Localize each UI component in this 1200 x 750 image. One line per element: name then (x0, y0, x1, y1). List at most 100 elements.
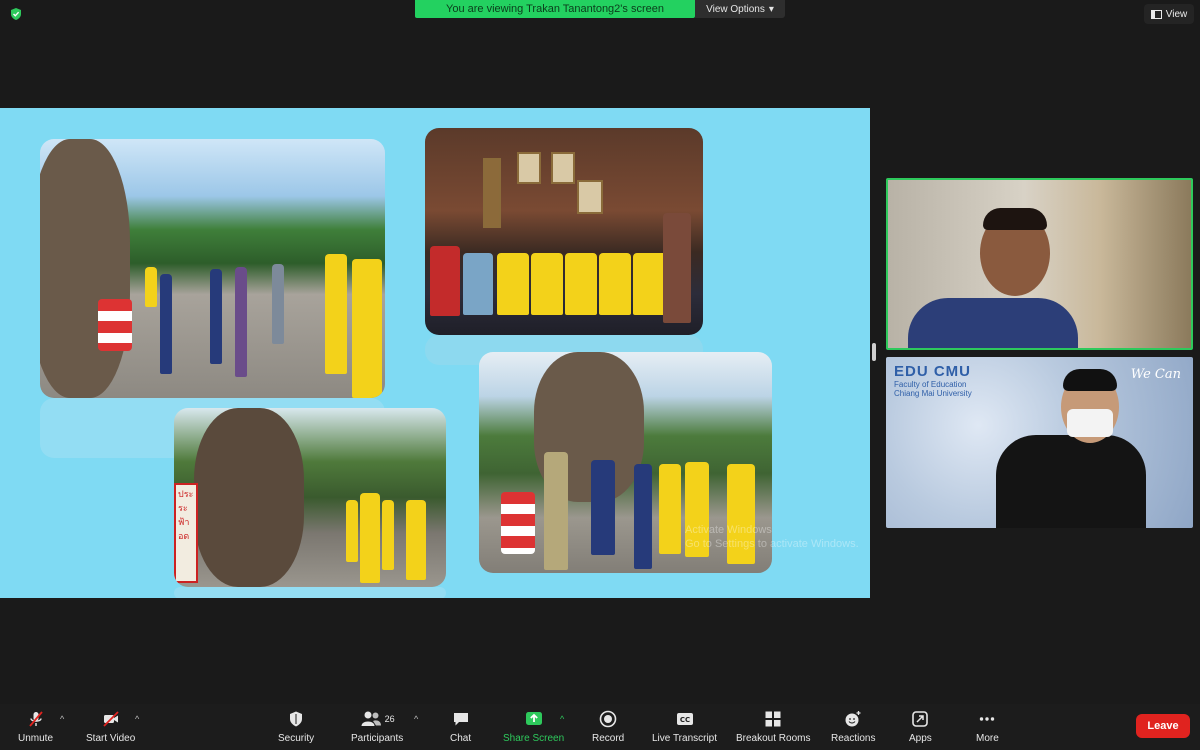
participants-label: Participants (351, 733, 404, 744)
microphone-muted-icon (28, 711, 43, 727)
unmute-button[interactable]: Unmute (18, 710, 53, 744)
participants-button[interactable]: 26 Participants (351, 710, 403, 744)
student-figure (352, 259, 382, 398)
person-figure (235, 267, 247, 377)
student-figure (497, 253, 529, 315)
share-screen-arrow-icon (525, 712, 542, 725)
traffic-drum (501, 492, 535, 554)
view-options-button[interactable]: View Options ▾ (695, 0, 785, 18)
person-figure (430, 246, 460, 316)
tree-trunk (40, 139, 130, 398)
portrait-frame (517, 152, 541, 184)
person-figure (663, 213, 691, 323)
portrait-frame (551, 152, 575, 184)
leave-label: Leave (1147, 720, 1179, 732)
student-figure (325, 254, 347, 374)
live-transcript-label: Live Transcript (652, 733, 718, 744)
split-resize-handle[interactable] (872, 343, 876, 361)
participants-count: 26 (384, 714, 395, 724)
watermark-line2: Go to Settings to activate Windows. (685, 538, 859, 550)
student-figure (346, 500, 358, 562)
chat-bubble-icon (453, 713, 468, 726)
ellipsis-icon (980, 717, 995, 721)
live-transcript-button[interactable]: CC Live Transcript (652, 710, 717, 744)
security-shield-icon (11, 8, 21, 20)
student-figure (145, 267, 157, 307)
breakout-rooms-label: Breakout Rooms (736, 733, 811, 744)
chat-button[interactable]: Chat (450, 710, 471, 744)
traffic-drum (98, 299, 132, 351)
share-screen-button[interactable]: Share Screen (503, 710, 564, 744)
viewing-banner-text: You are viewing Trakan Tanantong2's scre… (446, 3, 664, 15)
view-options-label: View Options (706, 3, 765, 15)
student-figure (633, 253, 667, 315)
apps-label: Apps (909, 733, 932, 744)
shield-icon (290, 711, 303, 727)
photo-reflection (174, 587, 446, 598)
activate-windows-watermark: Activate Windows Go to Settings to activ… (685, 523, 859, 551)
apps-icon (912, 711, 929, 727)
person-figure (544, 452, 568, 570)
face-mask (1067, 409, 1113, 437)
start-video-button[interactable]: Start Video (86, 710, 135, 744)
edu-cmu-subtitle-1: Faculty of Education (894, 380, 967, 389)
breakout-rooms-button[interactable]: Breakout Rooms (736, 710, 810, 744)
more-label: More (976, 733, 999, 744)
wall-hanging (483, 158, 501, 228)
slide-photo-walking-students: ประ ระ ฟ้า อด (174, 408, 446, 587)
student-figure (406, 500, 426, 580)
student-figure (531, 253, 563, 315)
meeting-toolbar: Unmute ^ Start Video ^ Security 26 Parti… (0, 704, 1200, 750)
speaker-hair (983, 208, 1047, 230)
more-button[interactable]: More (976, 710, 999, 744)
speaker-shirt (908, 298, 1078, 348)
portrait-frame (577, 180, 603, 214)
participant-video-tile-active-speaker[interactable] (886, 178, 1193, 350)
slide-photo-roadside-tree (40, 139, 385, 398)
people-icon (361, 711, 381, 726)
chevron-down-icon: ▾ (768, 3, 774, 15)
person-figure (634, 464, 652, 569)
shared-screen: ประ ระ ฟ้า อด Activate Windows Go to Settin… (0, 108, 870, 598)
closed-caption-icon: CC (676, 713, 693, 725)
student-figure (565, 253, 597, 315)
reactions-button[interactable]: Reactions (831, 710, 875, 744)
person-figure (160, 274, 172, 374)
record-button[interactable]: Record (592, 710, 624, 744)
audio-options-chevron-icon[interactable]: ^ (60, 714, 64, 724)
start-video-label: Start Video (86, 733, 136, 744)
tree-trunk (194, 408, 304, 587)
breakout-grid-icon (765, 711, 781, 727)
share-options-chevron-icon[interactable]: ^ (560, 714, 564, 724)
security-button[interactable]: Security (278, 710, 314, 744)
person-figure (463, 253, 493, 315)
apps-button[interactable]: Apps (909, 710, 932, 744)
participant-shirt (996, 435, 1146, 528)
student-figure (659, 464, 681, 554)
edu-cmu-logo: EDU CMU Faculty of Education Chiang Mai … (894, 363, 972, 398)
chat-label: Chat (450, 733, 472, 744)
edu-cmu-subtitle-2: Chiang Mai University (894, 389, 972, 398)
participant-hair (1063, 369, 1117, 391)
person-figure (591, 460, 615, 555)
edu-cmu-title: EDU CMU (894, 363, 971, 380)
person-figure (210, 269, 222, 364)
we-can-logo: We Can (1130, 367, 1181, 382)
leave-button[interactable]: Leave (1136, 714, 1190, 738)
student-figure (382, 500, 394, 570)
viewing-banner: You are viewing Trakan Tanantong2's scre… (415, 0, 695, 18)
watermark-line1: Activate Windows (685, 524, 772, 536)
roadside-sign: ประ ระ ฟ้า อด (174, 483, 198, 583)
slide-photo-group-indoor (425, 128, 703, 335)
view-grid-icon (1150, 9, 1162, 19)
participants-options-chevron-icon[interactable]: ^ (414, 714, 418, 724)
smiley-plus-icon (845, 711, 861, 727)
view-button[interactable]: View (1144, 4, 1194, 24)
video-options-chevron-icon[interactable]: ^ (135, 714, 139, 724)
reactions-label: Reactions (831, 733, 876, 744)
person-figure (272, 264, 284, 344)
participant-video-tile[interactable]: EDU CMU Faculty of Education Chiang Mai … (886, 357, 1193, 528)
record-icon (599, 710, 617, 728)
video-camera-off-icon (103, 711, 119, 727)
student-figure (599, 253, 631, 315)
